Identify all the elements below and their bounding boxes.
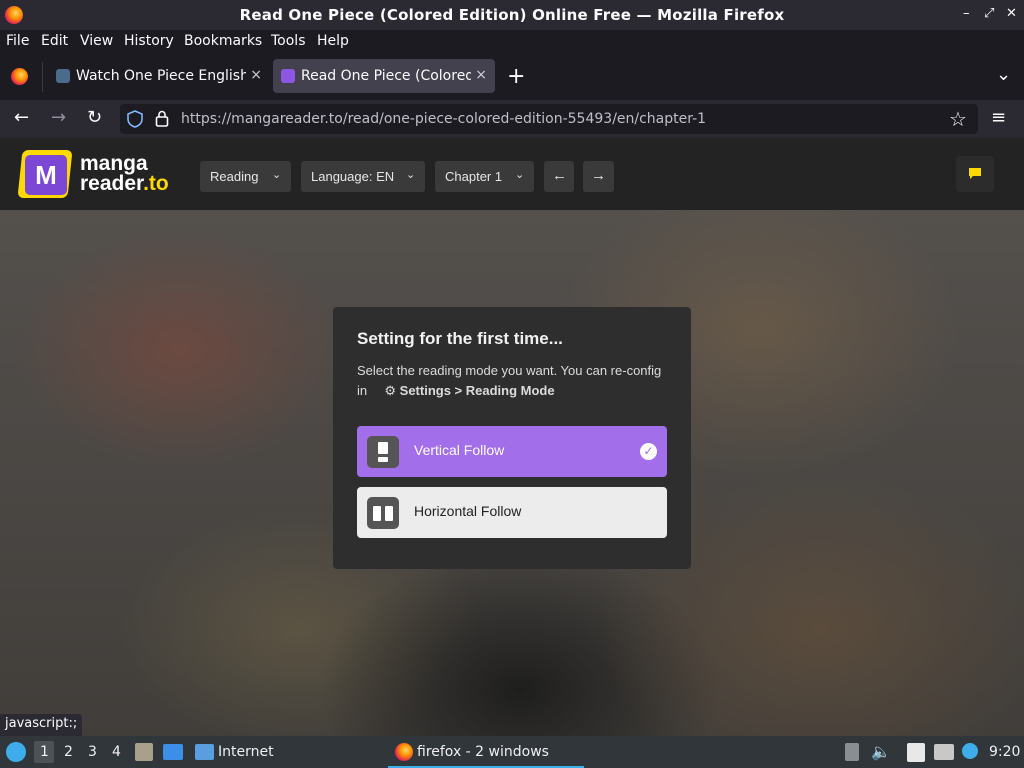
new-tab-button[interactable]: + — [507, 64, 525, 89]
logo-line-2a: reader — [80, 172, 144, 195]
menu-tools[interactable]: Tools — [271, 33, 306, 49]
app-menu-button[interactable]: ≡ — [991, 108, 1006, 128]
menu-help[interactable]: Help — [317, 33, 349, 49]
logo-line-2b: .to — [143, 172, 169, 195]
workspace-4[interactable]: 4 — [112, 744, 121, 760]
tab-strip: Watch One Piece English × Read One Piece… — [0, 54, 1024, 100]
next-chapter-button[interactable]: → — [583, 161, 614, 192]
menu-file[interactable]: File — [6, 33, 29, 49]
file-manager-icon[interactable] — [135, 743, 153, 761]
app-launcher-icon[interactable] — [6, 742, 26, 762]
back-button[interactable]: ← — [14, 108, 29, 128]
close-tab-icon[interactable]: × — [250, 67, 262, 83]
chevron-down-icon: ⌄ — [406, 169, 416, 181]
gear-icon: ⚙ — [384, 383, 397, 398]
clipboard-icon[interactable] — [907, 743, 925, 762]
menu-edit[interactable]: Edit — [41, 33, 68, 49]
desktop-icon[interactable] — [163, 744, 183, 760]
logo-text[interactable]: manga reader.to — [80, 152, 169, 195]
tab-read-one-piece[interactable]: Read One Piece (Colored × — [273, 59, 495, 93]
horizontal-mode-icon — [367, 497, 399, 529]
logo-line-1: manga — [80, 152, 148, 175]
clock[interactable]: 9:20 — [989, 744, 1020, 760]
logo-mark: M — [25, 155, 67, 195]
check-circle-icon: ✓ — [640, 443, 657, 460]
link-status-tooltip: javascript:; — [0, 714, 83, 736]
tab-label: Watch One Piece English — [76, 68, 246, 84]
reading-mode-dropdown[interactable]: Reading ⌄ — [200, 161, 291, 192]
option-vertical-follow[interactable]: Vertical Follow ✓ — [357, 426, 667, 477]
reading-mode-label: Reading — [210, 169, 259, 184]
arrow-right-icon: → — [591, 167, 606, 184]
tab-divider — [42, 62, 43, 92]
language-dropdown[interactable]: Language: EN ⌄ — [301, 161, 425, 192]
workspace-1[interactable]: 1 — [40, 744, 49, 760]
tab-label: Read One Piece (Colored — [301, 68, 471, 84]
task-firefox[interactable]: firefox - 2 windows — [388, 736, 584, 768]
chevron-down-icon: ⌄ — [272, 169, 282, 181]
navigation-toolbar: ← → ↻ https://mangareader.to/read/one-pi… — [0, 100, 1024, 138]
tab-watch-one-piece[interactable]: Watch One Piece English × — [48, 59, 270, 93]
tab-favicon-icon — [56, 69, 70, 83]
manga-reader-area: Setting for the first time... Select the… — [0, 210, 1024, 736]
bookmark-star-icon[interactable]: ☆ — [949, 107, 967, 131]
option-horizontal-follow[interactable]: Horizontal Follow — [357, 487, 667, 538]
chevron-down-icon: ⌄ — [515, 169, 525, 181]
taskbar: 1 2 3 4 Internet firefox - 2 windows 🔈 9… — [0, 736, 1024, 768]
url-path: /read/one-piece-colored-edition-55493/en… — [342, 111, 707, 127]
reload-button[interactable]: ↻ — [87, 108, 102, 128]
window-titlebar: Read One Piece (Colored Edition) Online … — [0, 0, 1024, 30]
volume-icon[interactable]: 🔈 — [871, 742, 891, 761]
option-label: Vertical Follow — [414, 442, 505, 458]
storage-icon[interactable] — [845, 743, 859, 761]
site-logo[interactable]: M — [17, 150, 73, 200]
window-title: Read One Piece (Colored Edition) Online … — [239, 6, 785, 24]
lock-icon[interactable] — [155, 110, 169, 127]
tab-favicon-icon — [281, 69, 295, 83]
reading-mode-setup-modal: Setting for the first time... Select the… — [333, 307, 691, 569]
close-tab-icon[interactable]: × — [475, 67, 487, 83]
places-internet[interactable]: Internet — [218, 744, 274, 760]
workspace-2[interactable]: 2 — [64, 744, 73, 760]
menu-bar: File Edit View History Bookmarks Tools H… — [0, 30, 1024, 54]
settings-path: Settings > Reading Mode — [399, 383, 555, 398]
workspace-3[interactable]: 3 — [88, 744, 97, 760]
menu-bookmarks[interactable]: Bookmarks — [184, 33, 262, 49]
menu-history[interactable]: History — [124, 33, 174, 49]
task-label: firefox - 2 windows — [417, 744, 549, 760]
vertical-mode-icon — [367, 436, 399, 468]
option-label: Horizontal Follow — [414, 503, 522, 519]
folder-icon[interactable] — [195, 744, 214, 760]
firefox-view-icon[interactable] — [11, 68, 28, 85]
firefox-icon — [395, 743, 413, 761]
notification-icon[interactable] — [962, 743, 978, 759]
language-label: Language: EN — [311, 169, 395, 184]
chapter-label: Chapter 1 — [445, 169, 503, 184]
forward-button[interactable]: → — [51, 108, 66, 128]
prev-chapter-button[interactable]: ← — [544, 161, 574, 192]
network-icon[interactable] — [934, 744, 954, 760]
close-window-button[interactable]: ✕ — [1006, 6, 1017, 21]
chat-bubble-icon — [969, 168, 981, 179]
arrow-left-icon: ← — [552, 167, 567, 184]
menu-view[interactable]: View — [80, 33, 113, 49]
tracking-shield-icon[interactable] — [127, 110, 143, 128]
list-all-tabs-button[interactable]: ⌄ — [996, 64, 1011, 85]
url-bar[interactable]: https://mangareader.to/read/one-piece-co… — [120, 104, 978, 134]
modal-description: Select the reading mode you want. You ca… — [357, 361, 672, 401]
restore-button[interactable]: ⤢ — [984, 6, 994, 21]
modal-title: Setting for the first time... — [357, 329, 563, 348]
url-host: https://mangareader.to — [181, 111, 343, 127]
minimize-button[interactable]: – — [963, 6, 970, 21]
site-header: M manga reader.to Reading ⌄ Language: EN… — [0, 138, 1024, 210]
chapter-dropdown[interactable]: Chapter 1 ⌄ — [435, 161, 534, 192]
url-text[interactable]: https://mangareader.to/read/one-piece-co… — [181, 111, 706, 127]
comments-button[interactable] — [956, 156, 994, 192]
